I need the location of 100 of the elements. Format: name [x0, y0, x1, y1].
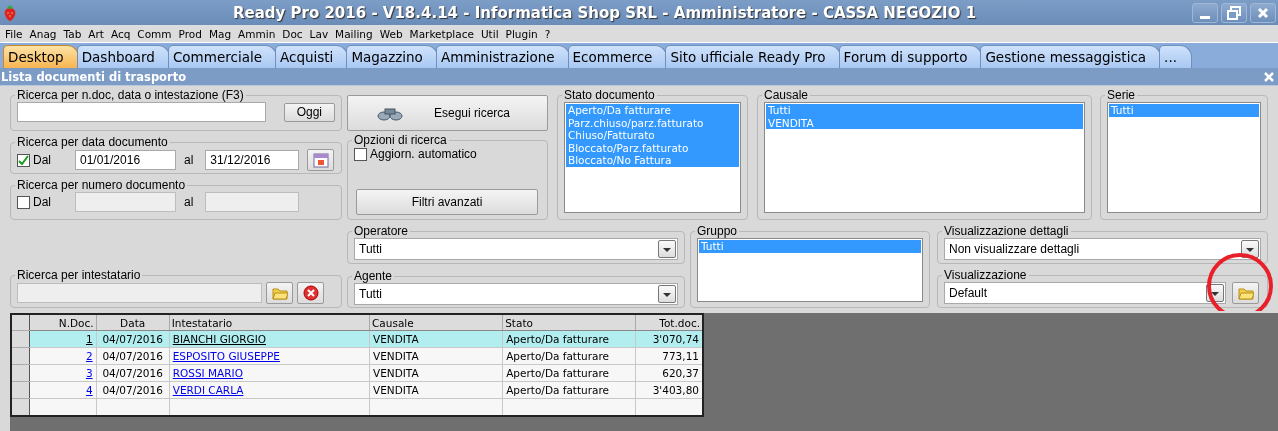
checkbox-label: Dal [33, 153, 51, 167]
group-label: Stato documento [563, 88, 656, 102]
minimize-button[interactable] [1192, 2, 1218, 23]
menu-item[interactable]: File [3, 27, 28, 40]
table-cell: 04/07/2016 [96, 381, 170, 399]
range-label: al [184, 195, 194, 209]
dropdown[interactable]: Tutti [354, 238, 678, 260]
dropdown-value: Default [949, 286, 988, 300]
column-header[interactable]: Intestatario [169, 314, 370, 331]
search-field[interactable] [17, 102, 266, 122]
table-cell: VENDITA [369, 381, 503, 399]
tab[interactable]: Magazzino [346, 45, 438, 68]
dropdown[interactable]: Tutti [354, 283, 678, 305]
table-row[interactable]: 4 04/07/2016 VERDI CARLA VENDITA Aperto/Da fatturare 3'403,80 [11, 381, 703, 399]
check-icon [18, 154, 29, 166]
restore-button[interactable] [1221, 2, 1247, 23]
menu-item[interactable]: ? [542, 27, 556, 40]
tab[interactable]: Dashboard [76, 45, 170, 68]
date-field[interactable]: 01/01/2016 [75, 150, 176, 170]
group-label: Ricerca per intestatario [16, 268, 142, 282]
menu-item[interactable]: Mag [206, 27, 237, 40]
strawberry-icon [3, 4, 17, 21]
group-label: Serie [1106, 88, 1136, 102]
table-row[interactable]: 2 04/07/2016 ESPOSITO GIUSEPPE VENDITA Aperto/Da fatturare 773,11 [11, 347, 703, 365]
number-field[interactable] [205, 192, 300, 212]
group-label: Ricerca per data documento [16, 135, 169, 149]
tab[interactable]: Desktop [3, 45, 79, 68]
link[interactable]: 4 [85, 384, 93, 396]
column-header[interactable]: N.Doc. [29, 314, 97, 331]
menu-item[interactable]: Tab [61, 27, 87, 40]
folder-icon [1237, 285, 1254, 301]
dropdown[interactable]: Default [944, 282, 1226, 304]
group-label: Visualizzazione [943, 268, 1028, 282]
table-row[interactable]: 3 04/07/2016 ROSSI MARIO VENDITA Aperto/Da fatturare 620,37 [11, 364, 703, 382]
menu-item[interactable]: Marketplace [407, 27, 479, 40]
search-button[interactable]: Esegui ricerca [347, 95, 548, 131]
tab[interactable]: Acquisti [275, 45, 349, 68]
group-label: Gruppo [696, 224, 739, 238]
calendar-button[interactable] [307, 149, 335, 171]
folder-icon [271, 285, 288, 301]
checkbox[interactable] [17, 153, 30, 167]
tab[interactable]: Gestione messaggistica [980, 45, 1162, 68]
menu-item[interactable]: Lav [307, 27, 334, 40]
table-row[interactable]: 1 04/07/2016 BIANCHI GIORGIO VENDITA Aperto/Da fatturare 3'070,74 [11, 330, 703, 348]
menu-item[interactable]: Comm [135, 27, 177, 40]
tab[interactable]: Amministrazione [435, 45, 570, 68]
tab[interactable]: Forum di supporto [838, 45, 983, 68]
dropdown-value: Tutti [359, 287, 382, 301]
dropdown[interactable]: Non visualizzare dettagli [944, 238, 1261, 260]
group-label: Ricerca per numero documento [16, 178, 187, 192]
menu-item[interactable]: Mailing [333, 27, 378, 40]
clear-icon [302, 285, 319, 301]
range-label: al [184, 153, 194, 167]
tab[interactable]: Ecommerce [567, 45, 668, 68]
tab[interactable]: Sito ufficiale Ready Pro [665, 45, 841, 68]
table-cell: Aperto/Da fatturare [502, 364, 636, 382]
link[interactable]: 1 [85, 333, 93, 345]
folder-button[interactable] [266, 282, 293, 304]
group-label: Operatore [353, 224, 410, 238]
column-header[interactable]: Tot.doc. [635, 314, 703, 331]
menu-item[interactable]: Anag [27, 27, 62, 40]
group-label: Agente [353, 269, 394, 283]
window-title: Ready Pro 2016 - V18.4.14 - Informatica Shop SRL - Amministratore - CASSA NEGOZIO 1 [231, 3, 978, 22]
menu-item[interactable]: Doc [280, 27, 308, 40]
checkbox-label: Aggiorn. automatico [370, 147, 477, 161]
link[interactable]: 3 [85, 367, 93, 379]
link[interactable]: 2 [85, 350, 93, 362]
column-header[interactable]: Causale [369, 314, 503, 331]
menu-item[interactable]: Art [86, 27, 109, 40]
panel-title: Lista documenti di trasporto [0, 69, 188, 84]
group-label: Ricerca per n.doc, data o intestazione (F3) [16, 88, 245, 102]
date-field[interactable]: 31/12/2016 [205, 150, 300, 170]
table-cell: VENDITA [369, 347, 503, 365]
calendar-icon [312, 152, 329, 168]
column-header[interactable]: Stato [502, 314, 636, 331]
clear-button[interactable] [297, 282, 324, 304]
menu-item[interactable]: Acq [108, 27, 136, 40]
menu-item[interactable]: Ammin [236, 27, 281, 40]
minimize-icon [1200, 15, 1210, 19]
menu-item[interactable]: Util [478, 27, 504, 40]
tab[interactable]: Commerciale [167, 45, 277, 68]
tab[interactable]: ... [1159, 45, 1192, 68]
table-cell: Aperto/Da fatturare [502, 381, 636, 399]
menu-item[interactable]: Plugin [503, 27, 543, 40]
dropdown-value: Non visualizzare dettagli [949, 242, 1080, 256]
folder-button[interactable] [1232, 282, 1259, 304]
restore-icon [1227, 5, 1241, 20]
group-label: Opzioni di ricerca [353, 133, 448, 147]
group-label: Causale [763, 88, 810, 102]
checkbox-label: Dal [33, 195, 51, 209]
binoculars-icon [376, 105, 404, 121]
checkbox[interactable] [354, 147, 367, 161]
close-button[interactable] [1250, 2, 1276, 23]
dropdown-value: Tutti [359, 242, 382, 256]
menu-item[interactable]: Web [377, 27, 408, 40]
advanced-filters-button[interactable]: Filtri avanzati [356, 189, 538, 215]
menu-item[interactable]: Prod [176, 27, 207, 40]
column-header[interactable]: Data [96, 314, 170, 331]
table-cell: 04/07/2016 [96, 364, 170, 382]
today-button[interactable]: Oggi [283, 102, 335, 122]
